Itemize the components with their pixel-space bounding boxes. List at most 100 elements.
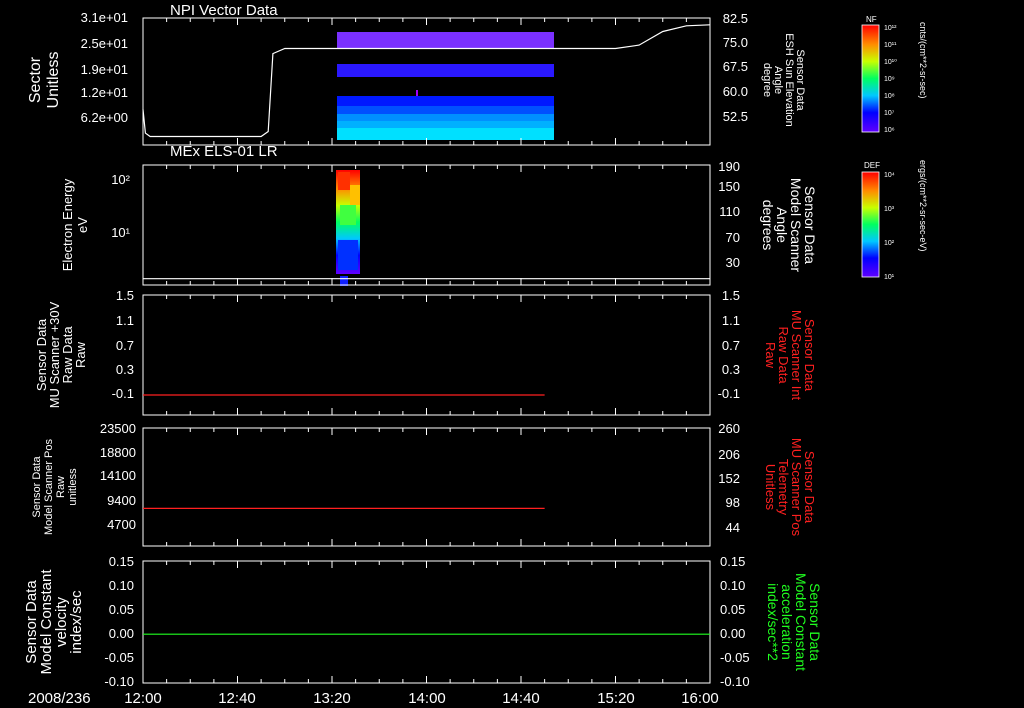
panel2-yticks-right: 190 150 110 70 30 xyxy=(718,159,740,270)
panel2-right-axis-title: Sensor Data Model Scanner Angle degrees xyxy=(760,178,818,273)
ytick-label: -0.10 xyxy=(720,674,750,689)
ytick-label: 14100 xyxy=(100,468,136,483)
panel5-yticks-right: 0.15 0.10 0.05 0.00 -0.05 -0.10 xyxy=(720,554,750,689)
ytick-label: 1.5 xyxy=(116,288,134,303)
heatmap-band xyxy=(337,64,554,77)
axis-title-line: index/sec**2 xyxy=(765,583,781,661)
colorbar-tick: 10⁷ xyxy=(884,110,895,117)
time-axis-labels: 12:00 12:40 13:20 14:00 14:40 15:20 16:0… xyxy=(124,690,719,707)
ytick-label: -0.05 xyxy=(104,650,134,665)
ytick-label: 60.0 xyxy=(723,84,748,99)
axis-title-line: eV xyxy=(75,217,90,233)
ytick-label: 0.00 xyxy=(720,626,745,641)
colorbar-tick: 10⁴ xyxy=(884,172,895,179)
panel4-right-axis-title: Sensor Data MU Scanner Pos Telemetry Uni… xyxy=(763,438,817,537)
ytick-label: 152 xyxy=(718,471,740,486)
colorbar-label: DEF xyxy=(864,161,880,170)
colorbar-label: NF xyxy=(866,15,877,24)
colorbar-tick: 10³ xyxy=(884,206,895,213)
axis-title-line: index/sec xyxy=(68,590,85,654)
ytick-label: -0.10 xyxy=(104,674,134,689)
panel2-title: MEx ELS-01 LR xyxy=(170,143,278,160)
ytick-label: 0.10 xyxy=(109,578,134,593)
colorbar-tick: 10¹¹ xyxy=(884,42,897,49)
panel4-yticks-right: 260 206 152 98 44 xyxy=(718,421,740,535)
ytick-label: 82.5 xyxy=(723,11,748,26)
ytick-label: 0.15 xyxy=(720,554,745,569)
xtick-label: 15:20 xyxy=(597,690,635,707)
axis-title-line: Unitless xyxy=(763,464,778,511)
panel5-right-axis-title: Sensor Data Model Constant acceleration … xyxy=(765,573,823,671)
panel4-frame xyxy=(142,427,711,547)
ytick-label: 1.5 xyxy=(722,288,740,303)
heatmap-hotspot xyxy=(338,240,358,270)
ytick-label: 150 xyxy=(718,179,740,194)
ytick-label: 0.7 xyxy=(116,338,134,353)
axis-title-line: unitless xyxy=(67,468,79,506)
panel3-right-axis-title: Sensor Data MU Scanner Int Raw Data Raw xyxy=(763,310,817,401)
panel5-yticks-left: 0.15 0.10 0.05 0.00 -0.05 -0.10 xyxy=(104,554,134,689)
colorbar-tick: 10⁸ xyxy=(884,93,895,100)
ytick-label: 3.1e+01 xyxy=(81,10,128,25)
plot-canvas: NPI Vector Data MEx ELS-01 LR 3.1e+01 2.… xyxy=(23,2,928,707)
axis-title-line: Raw xyxy=(763,342,778,369)
colorbar-tick: 10⁹ xyxy=(884,76,895,83)
panel4-yticks-left: 23500 18800 14100 9400 4700 xyxy=(100,421,136,532)
xtick-label: 13:20 xyxy=(313,690,351,707)
panel4-left-axis-title: Sensor Data Model Scanner Pos Raw unitle… xyxy=(31,439,79,535)
axis-title-line: Sensor Data xyxy=(31,456,43,518)
heatmap-band xyxy=(337,114,554,121)
ytick-label: 0.7 xyxy=(722,338,740,353)
ytick-label: 0.10 xyxy=(720,578,745,593)
ytick-label: 206 xyxy=(718,447,740,462)
colorbar-nf: NF 10¹² 10¹¹ 10¹⁰ 10⁹ 10⁸ 10⁷ 10⁶ cnts/(… xyxy=(861,15,928,134)
heatmap-spike xyxy=(416,90,418,96)
axis-title-line: degrees xyxy=(760,200,776,251)
panel1-right-axis-title: Sensor Data ESH Sun Elevation Angle degr… xyxy=(761,33,806,127)
ytick-label: 75.0 xyxy=(723,35,748,50)
panel1-left-axis-title: Sector Unitless xyxy=(27,52,62,109)
heatmap-band xyxy=(337,106,554,114)
heatmap-band xyxy=(337,96,554,106)
ytick-label: 98 xyxy=(726,495,740,510)
axis-title-line: Electron Energy xyxy=(60,178,75,271)
date-label: 2008/236 xyxy=(28,690,91,707)
heatmap-band xyxy=(337,32,554,48)
heatmap-hotspot xyxy=(350,185,360,205)
ytick-label: 30 xyxy=(726,255,740,270)
ytick-label: -0.1 xyxy=(112,386,134,401)
ytick-label: 52.5 xyxy=(723,109,748,124)
ytick-label: 0.05 xyxy=(720,602,745,617)
heatmap-band xyxy=(337,121,554,128)
ytick-label: 10¹ xyxy=(111,225,130,240)
xtick-label: 12:40 xyxy=(218,690,256,707)
ytick-label: 1.2e+01 xyxy=(81,85,128,100)
ytick-label: 1.9e+01 xyxy=(81,62,128,77)
ytick-label: 110 xyxy=(719,204,740,219)
panel3-frame xyxy=(142,294,711,416)
ytick-label: 9400 xyxy=(107,493,136,508)
ytick-label: 18800 xyxy=(100,445,136,460)
panel5-frame xyxy=(142,560,711,684)
colorbar-gradient xyxy=(861,24,880,133)
panel3-left-axis-title: Sensor Data MU Scanner +30V Raw Data Raw xyxy=(34,301,88,408)
axis-title-line: Sector xyxy=(27,56,44,103)
panel1-yticks-right: 82.5 75.0 67.5 60.0 52.5 xyxy=(723,11,748,124)
xtick-label: 14:00 xyxy=(408,690,446,707)
panel2-frame xyxy=(142,164,711,286)
ytick-label: 1.1 xyxy=(722,313,740,328)
ytick-label: 0.3 xyxy=(116,362,134,377)
axis-title-line: Raw xyxy=(55,476,67,498)
panel2-yticks-left: 10² 10¹ xyxy=(111,172,130,240)
axis-title-line: Model Scanner Pos xyxy=(43,439,55,535)
panel3-yticks-left: 1.5 1.1 0.7 0.3 -0.1 xyxy=(112,288,134,401)
colorbar-def: DEF 10⁴ 10³ 10² 10¹ ergs/(cm**2-sr-sec-e… xyxy=(861,160,928,281)
ytick-label: 10² xyxy=(111,172,130,187)
colorbar-tick: 10² xyxy=(884,240,895,247)
colorbar-tick: 10¹² xyxy=(884,25,897,32)
panel5-left-axis-title: Sensor Data Model Constant velocity inde… xyxy=(23,569,85,675)
axis-title-line: Unitless xyxy=(45,52,62,109)
xtick-label: 12:00 xyxy=(124,690,162,707)
ytick-label: 67.5 xyxy=(723,59,748,74)
panel1-yticks-left: 3.1e+01 2.5e+01 1.9e+01 1.2e+01 6.2e+00 xyxy=(81,10,128,125)
